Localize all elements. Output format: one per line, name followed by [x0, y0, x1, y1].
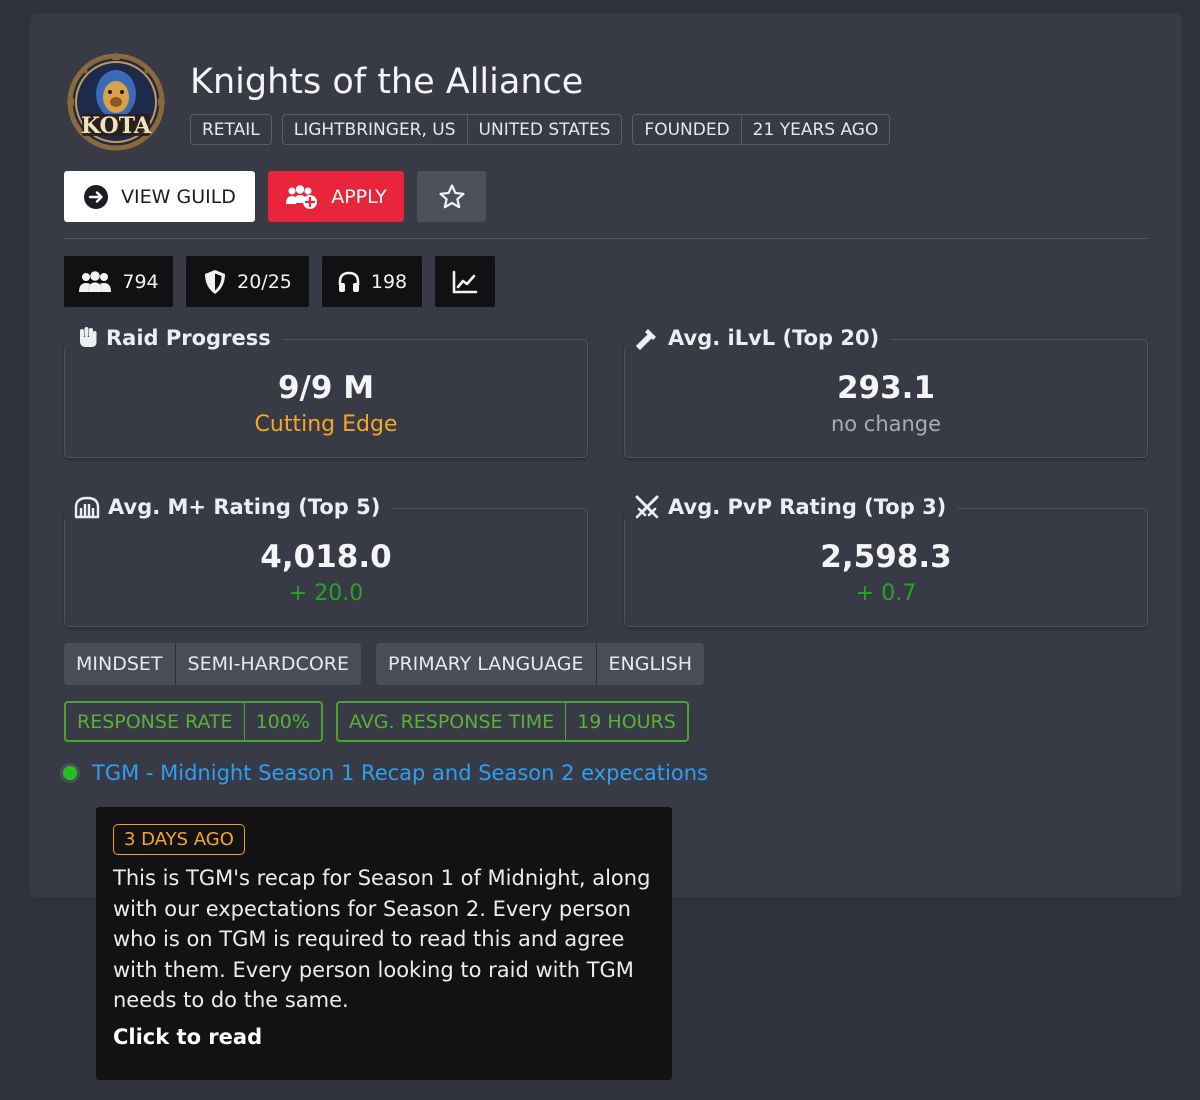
- avg-ilvl-title-text: Avg. iLvL (Top 20): [668, 326, 880, 350]
- avg-mplus-title-text: Avg. M+ Rating (Top 5): [108, 495, 381, 519]
- mindset-tag: MINDSET SEMI-HARDCORE: [64, 643, 361, 685]
- users-icon: [78, 270, 112, 293]
- favorite-button[interactable]: [417, 171, 486, 222]
- headphones-icon: [337, 270, 361, 294]
- avg-mplus-change: + 20.0: [288, 581, 364, 606]
- tag-game-version: RETAIL: [190, 114, 272, 145]
- star-icon: [438, 183, 466, 211]
- raid-progress-title: Raid Progress: [64, 326, 283, 350]
- view-guild-button[interactable]: VIEW GUILD: [64, 171, 255, 222]
- post-age-badge: 3 DAYS AGO: [113, 824, 245, 855]
- avg-pvp-title-text: Avg. PvP Rating (Top 3): [668, 495, 947, 519]
- post-title[interactable]: TGM - Midnight Season 1 Recap and Season…: [92, 761, 708, 785]
- line-chart-icon: [452, 270, 478, 294]
- keystone-icon: [74, 495, 100, 519]
- raid-progress-box: 9/9 M Cutting Edge: [64, 339, 588, 458]
- response-rate-label: RESPONSE RATE: [77, 710, 233, 733]
- guild-logo[interactable]: KOTA: [66, 52, 166, 152]
- tag-text: FOUNDED: [644, 119, 730, 140]
- guild-name[interactable]: Knights of the Alliance: [190, 62, 583, 102]
- progress-chart-chip[interactable]: [435, 256, 495, 307]
- response-rate-tag: RESPONSE RATE 100%: [64, 701, 323, 742]
- response-rate-value: 100%: [243, 703, 321, 740]
- apply-button[interactable]: APPLY: [268, 171, 404, 222]
- language-tag: PRIMARY LANGUAGE ENGLISH: [376, 643, 705, 685]
- raid-progress-title-text: Raid Progress: [106, 326, 271, 350]
- avg-pvp-change: + 0.7: [855, 581, 917, 606]
- hammer-icon: [636, 326, 660, 350]
- raid-team-chip[interactable]: 20/25: [186, 256, 309, 307]
- tag-text: LIGHTBRINGER, US: [293, 119, 456, 140]
- guild-tags: RETAIL LIGHTBRINGER, US UNITED STATES FO…: [190, 114, 891, 145]
- apply-label: APPLY: [331, 185, 387, 208]
- mindset-value: SEMI-HARDCORE: [174, 643, 361, 685]
- avg-pvp-value: 2,598.3: [820, 539, 952, 575]
- click-to-read-link[interactable]: Click to read: [113, 1025, 262, 1049]
- tag-founded: FOUNDED 21 YEARS AGO: [632, 114, 891, 145]
- response-time-value: 19 HOURS: [565, 703, 687, 740]
- avg-mplus-box: 4,018.0 + 20.0: [64, 508, 588, 627]
- members-chip[interactable]: 794: [64, 256, 173, 307]
- post-excerpt: This is TGM's recap for Season 1 of Midn…: [113, 866, 651, 1012]
- tag-text: UNITED STATES: [466, 115, 622, 144]
- post-tooltip[interactable]: 3 DAYS AGO This is TGM's recap for Seaso…: [96, 807, 672, 1080]
- members-count: 794: [122, 270, 159, 293]
- tag-realm: LIGHTBRINGER, US UNITED STATES: [281, 114, 623, 145]
- raid-progress-achievement: Cutting Edge: [254, 412, 398, 437]
- avg-ilvl-change: no change: [830, 412, 942, 436]
- avg-ilvl-value: 293.1: [836, 370, 936, 406]
- tag-text: RETAIL: [202, 119, 260, 140]
- user-group-plus-icon: [285, 184, 319, 210]
- tag-text: 21 YEARS AGO: [740, 115, 890, 144]
- crossed-swords-icon: [634, 495, 660, 519]
- voice-count: 198: [370, 270, 408, 293]
- response-time-label: AVG. RESPONSE TIME: [349, 710, 555, 733]
- avg-ilvl-title: Avg. iLvL (Top 20): [624, 326, 892, 350]
- raid-progress-value: 9/9 M: [277, 370, 375, 406]
- mindset-label: MINDSET: [76, 653, 163, 675]
- recent-post-link[interactable]: TGM - Midnight Season 1 Recap and Season…: [60, 761, 708, 785]
- avg-pvp-title: Avg. PvP Rating (Top 3): [624, 495, 959, 519]
- language-label: PRIMARY LANGUAGE: [388, 653, 584, 675]
- header-divider: [64, 238, 1148, 239]
- avg-mplus-title: Avg. M+ Rating (Top 5): [64, 495, 393, 519]
- shield-icon: [203, 269, 227, 295]
- online-status-icon: [60, 763, 80, 783]
- view-guild-label: VIEW GUILD: [121, 185, 236, 208]
- logo-text: KOTA: [81, 113, 152, 139]
- fist-icon: [78, 326, 98, 350]
- avg-ilvl-box: 293.1 no change: [624, 339, 1148, 458]
- response-time-tag: AVG. RESPONSE TIME 19 HOURS: [336, 701, 689, 742]
- arrow-right-circle-icon: [83, 184, 109, 210]
- raid-team-count: 20/25: [237, 270, 292, 293]
- voice-chip[interactable]: 198: [322, 256, 422, 307]
- avg-pvp-box: 2,598.3 + 0.7: [624, 508, 1148, 627]
- avg-mplus-value: 4,018.0: [260, 539, 392, 575]
- language-value: ENGLISH: [595, 643, 704, 685]
